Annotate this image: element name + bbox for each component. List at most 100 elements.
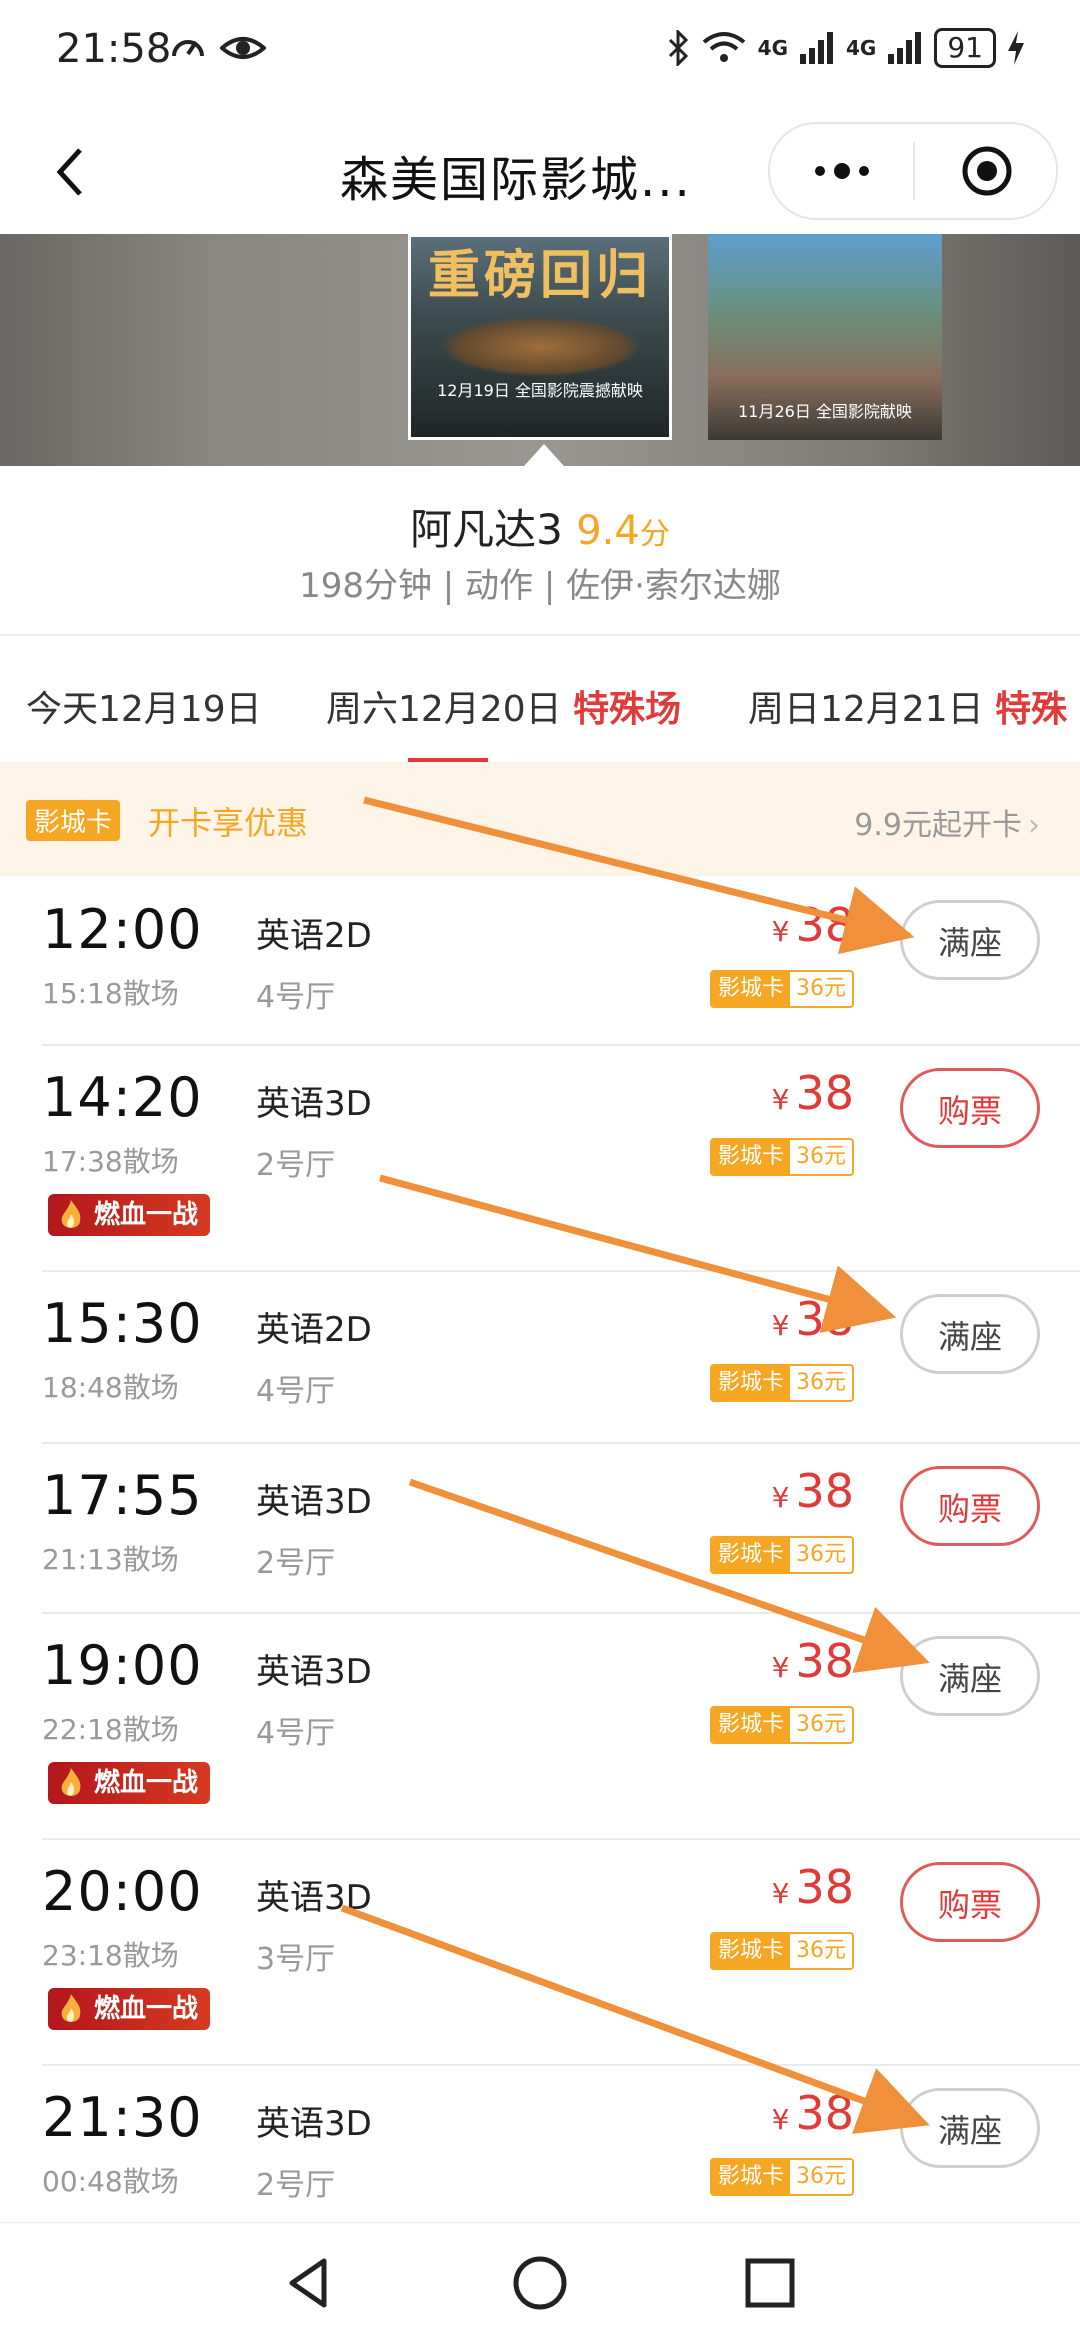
show-hall: 4号厅 xyxy=(256,1716,336,1751)
charging-icon xyxy=(1008,31,1024,65)
showtime-row: 12:00 15:18散场 英语2D 4号厅 ¥38 影城卡 36元 满座 xyxy=(0,878,1080,1046)
card-price-badge: 影城卡 36元 xyxy=(709,970,854,1008)
buy-ticket-button[interactable]: 购票 xyxy=(900,1862,1040,1942)
more-dots-icon xyxy=(815,163,869,179)
cinema-card-badge: 影城卡 xyxy=(26,800,121,841)
battery-level: 91 xyxy=(934,28,996,68)
show-start-time: 14:20 xyxy=(42,1066,203,1129)
show-end-time: 22:18散场 xyxy=(42,1713,179,1746)
show-hall: 4号厅 xyxy=(256,980,336,1015)
movie-score: 9.4 xyxy=(576,508,640,554)
showtime-row: 17:55 21:13散场 英语3D 2号厅 ¥38 影城卡 36元 购票 xyxy=(0,1444,1080,1614)
show-language: 英语3D xyxy=(256,1652,372,1692)
flame-icon xyxy=(61,1768,81,1796)
signal-icon-2 xyxy=(888,32,922,64)
network-type-label: 4G xyxy=(757,36,789,60)
movie-poster[interactable]: 11月26日 全国影院献映 xyxy=(708,234,942,440)
special-session-label: 特殊 xyxy=(995,689,1068,730)
showtime-row: 14:20 17:38散场 英语3D 2号厅 ¥38 影城卡 36元 购票 燃血一… xyxy=(0,1046,1080,1272)
movie-info: 阿凡达3 9.4分 198分钟 | 动作 | 佐伊·索尔达娜 xyxy=(0,466,1080,636)
event-tag: 燃血一战 xyxy=(48,1762,210,1804)
page-title: 森美国际影城... xyxy=(340,152,692,208)
poster-headline: 重磅回归 xyxy=(427,246,652,306)
back-button[interactable] xyxy=(40,134,116,210)
show-price: ¥38 xyxy=(771,1634,854,1688)
wifi-icon xyxy=(702,32,745,62)
tab-date-sat[interactable]: 周六12月20日 特殊场 xyxy=(326,680,681,732)
show-language: 英语3D xyxy=(256,1084,372,1124)
show-hall: 4号厅 xyxy=(256,1374,336,1409)
nav-bar: 森美国际影城... xyxy=(0,110,1080,234)
card-price-badge: 影城卡 36元 xyxy=(709,2158,854,2196)
status-bar: 21:58 4G 4G 91 xyxy=(0,0,1080,110)
show-language: 英语2D xyxy=(256,916,372,956)
showtime-row: 15:30 18:48散场 英语2D 4号厅 ¥38 影城卡 36元 满座 xyxy=(0,1272,1080,1444)
showtime-row: 20:00 23:18散场 英语3D 3号厅 ¥38 影城卡 36元 购票 燃血一… xyxy=(0,1840,1080,2066)
show-start-time: 15:30 xyxy=(42,1292,203,1355)
status-time: 21:58 xyxy=(56,26,172,72)
buy-ticket-button[interactable]: 购票 xyxy=(900,1068,1040,1148)
show-price: ¥38 xyxy=(771,1860,854,1914)
show-end-time: 00:48散场 xyxy=(42,2165,179,2198)
showtime-row: 19:00 22:18散场 英语3D 4号厅 ¥38 影城卡 36元 满座 燃血一… xyxy=(0,1614,1080,1840)
card-promo-banner[interactable]: 影城卡 开卡享优惠 9.9元起开卡 › xyxy=(0,762,1080,876)
flame-icon xyxy=(61,1994,81,2022)
system-nav-bar xyxy=(0,2222,1080,2341)
poster-carousel[interactable]: 重磅回归 12月19日 全国影院震撼献映 11月26日 全国影院献映 xyxy=(0,234,1080,466)
network-type-label-2: 4G xyxy=(846,36,877,60)
nav-back-button[interactable] xyxy=(280,2253,340,2313)
show-hall: 2号厅 xyxy=(256,1148,336,1183)
open-card-link[interactable]: 9.9元起开卡 › xyxy=(854,800,1040,844)
poster-caption: 12月19日 全国影院震撼献映 xyxy=(437,381,643,400)
show-price: ¥38 xyxy=(771,2086,854,2140)
bluetooth-icon xyxy=(668,30,688,66)
poster-caption: 11月26日 全国影院献映 xyxy=(738,402,912,421)
show-hall: 2号厅 xyxy=(256,1546,336,1581)
promo-text: 开卡享优惠 xyxy=(148,804,309,842)
date-tabs: 今天12月19日 周六12月20日 特殊场 周日12月21日 特殊 xyxy=(0,636,1080,762)
show-language: 英语3D xyxy=(256,1878,372,1918)
sold-out-button[interactable]: 满座 xyxy=(900,1636,1040,1716)
tab-date-sun[interactable]: 周日12月21日 特殊 xyxy=(748,680,1067,732)
nav-recents-button[interactable] xyxy=(740,2253,800,2313)
movie-poster-selected[interactable]: 重磅回归 12月19日 全国影院震撼献映 xyxy=(408,234,672,440)
show-price: ¥38 xyxy=(771,898,854,952)
flame-icon xyxy=(61,1200,81,1228)
movie-meta: 198分钟 | 动作 | 佐伊·索尔达娜 xyxy=(299,566,781,606)
triangle-back-icon xyxy=(289,2258,327,2308)
selected-poster-pointer xyxy=(524,444,564,466)
more-button[interactable] xyxy=(810,154,874,192)
show-language: 英语2D xyxy=(256,1310,372,1350)
tab-date-today[interactable]: 今天12月19日 xyxy=(26,680,262,732)
signal-icon xyxy=(800,32,834,64)
show-price: ¥38 xyxy=(771,1066,854,1120)
sold-out-button[interactable]: 满座 xyxy=(900,900,1040,980)
card-price-badge: 影城卡 36元 xyxy=(709,1536,854,1574)
show-end-time: 23:18散场 xyxy=(42,1939,179,1972)
speedometer-icon xyxy=(172,40,204,57)
close-mini-program-button[interactable] xyxy=(960,144,1014,202)
circle-home-icon xyxy=(513,2256,567,2310)
show-price: ¥38 xyxy=(771,1292,854,1346)
card-price-badge: 影城卡 36元 xyxy=(709,1364,854,1402)
square-recents-icon xyxy=(745,2258,795,2308)
card-price-badge: 影城卡 36元 xyxy=(709,1706,854,1744)
card-price-badge: 影城卡 36元 xyxy=(709,1932,854,1970)
show-end-time: 15:18散场 xyxy=(42,977,179,1010)
show-start-time: 21:30 xyxy=(42,2086,203,2149)
card-price-badge: 影城卡 36元 xyxy=(709,1138,854,1176)
show-end-time: 17:38散场 xyxy=(42,1145,179,1178)
show-end-time: 18:48散场 xyxy=(42,1371,179,1404)
mini-program-capsule xyxy=(768,122,1058,220)
movie-score-unit: 分 xyxy=(639,517,670,552)
chevron-right-icon: › xyxy=(1028,808,1040,843)
nav-home-button[interactable] xyxy=(510,2253,570,2313)
show-price: ¥38 xyxy=(771,1464,854,1518)
sold-out-button[interactable]: 满座 xyxy=(900,2088,1040,2168)
show-start-time: 12:00 xyxy=(42,898,203,961)
show-language: 英语3D xyxy=(256,1482,372,1522)
sold-out-button[interactable]: 满座 xyxy=(900,1294,1040,1374)
buy-ticket-button[interactable]: 购票 xyxy=(900,1466,1040,1546)
show-start-time: 17:55 xyxy=(42,1464,203,1527)
movie-title: 阿凡达3 xyxy=(410,505,563,554)
